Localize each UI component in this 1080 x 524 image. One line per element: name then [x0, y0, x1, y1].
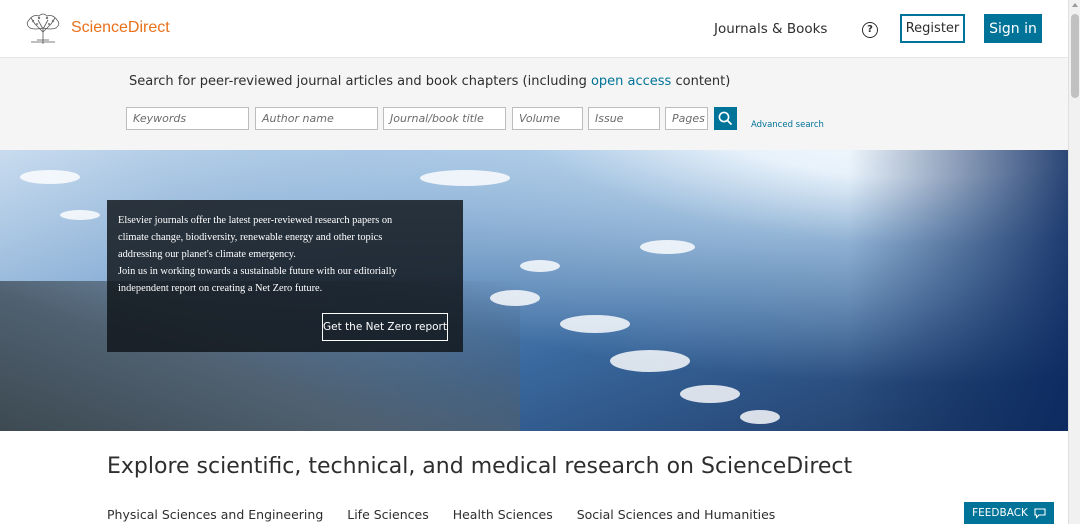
- feedback-label: FEEDBACK: [972, 507, 1028, 519]
- brand-name[interactable]: ScienceDirect: [71, 19, 170, 37]
- cloud: [490, 290, 540, 306]
- explore-heading: Explore scientific, technical, and medic…: [107, 454, 853, 479]
- hero-line-4: Join us in working towards a sustainable…: [118, 266, 397, 277]
- search-panel: Search for peer-reviewed journal article…: [0, 58, 1068, 150]
- register-button[interactable]: Register: [900, 14, 965, 43]
- category-life-sciences[interactable]: Life Sciences: [347, 507, 428, 522]
- cloud: [20, 170, 80, 184]
- hero-line-5: independent report on creating a Net Zer…: [118, 283, 323, 294]
- cloud: [420, 170, 510, 186]
- subject-categories: Physical Sciences and Engineering Life S…: [107, 507, 795, 522]
- hero-line-1: Elsevier journals offer the latest peer-…: [118, 215, 393, 226]
- net-zero-report-button[interactable]: Get the Net Zero report: [322, 313, 448, 341]
- search-button[interactable]: [714, 107, 737, 130]
- scroll-up-arrow-icon[interactable]: [1072, 3, 1078, 7]
- open-access-link[interactable]: open access: [591, 74, 671, 89]
- elsevier-tree-logo-icon[interactable]: [23, 12, 63, 45]
- category-physical-sciences[interactable]: Physical Sciences and Engineering: [107, 507, 323, 522]
- issue-input[interactable]: Issue: [588, 107, 660, 130]
- help-icon[interactable]: ?: [862, 22, 878, 38]
- journal-title-input[interactable]: Journal/book title: [383, 107, 506, 130]
- cloud: [520, 260, 560, 272]
- scroll-thumb[interactable]: [1071, 14, 1079, 98]
- search-intro: Search for peer-reviewed journal article…: [129, 74, 730, 89]
- keywords-input[interactable]: Keywords: [126, 107, 249, 130]
- hero-line-2: climate change, biodiversity, renewable …: [118, 232, 383, 243]
- cloud: [640, 240, 695, 254]
- hero-message-card: Elsevier journals offer the latest peer-…: [107, 200, 463, 352]
- site-header: ScienceDirect Journals & Books ? Registe…: [0, 0, 1068, 58]
- cloud: [740, 410, 780, 424]
- hero-banner: Elsevier journals offer the latest peer-…: [0, 150, 1068, 431]
- pages-input[interactable]: Pages: [665, 107, 708, 130]
- search-intro-prefix: Search for peer-reviewed journal article…: [129, 74, 591, 89]
- speech-bubble-icon: [1034, 507, 1046, 519]
- feedback-button[interactable]: FEEDBACK: [964, 502, 1054, 524]
- category-social-sciences[interactable]: Social Sciences and Humanities: [577, 507, 776, 522]
- advanced-search-link[interactable]: Advanced search: [751, 120, 824, 130]
- volume-input[interactable]: Volume: [512, 107, 583, 130]
- category-health-sciences[interactable]: Health Sciences: [453, 507, 553, 522]
- cloud: [560, 315, 630, 333]
- space-gradient: [848, 150, 1068, 431]
- journals-books-link[interactable]: Journals & Books: [714, 21, 827, 37]
- page-scrollbar[interactable]: [1068, 0, 1080, 524]
- cloud: [610, 350, 690, 372]
- search-intro-suffix: content): [671, 74, 731, 89]
- hero-line-3: addressing our planet's climate emergenc…: [118, 249, 296, 260]
- author-input[interactable]: Author name: [255, 107, 378, 130]
- cloud: [60, 210, 100, 220]
- hero-text: Elsevier journals offer the latest peer-…: [118, 212, 452, 297]
- signin-button[interactable]: Sign in: [984, 14, 1042, 43]
- search-icon: [718, 111, 732, 125]
- cloud: [680, 385, 740, 403]
